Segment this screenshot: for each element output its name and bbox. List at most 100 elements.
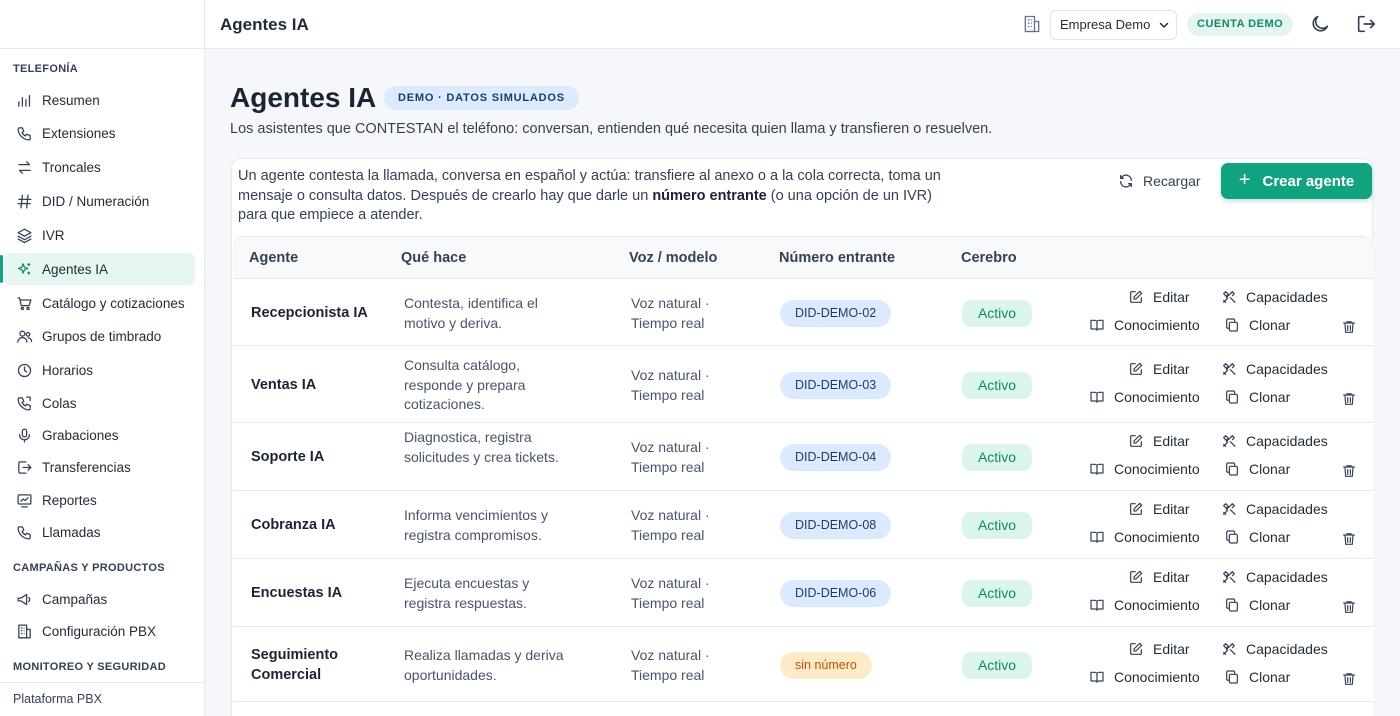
knowledge-button[interactable]: Conocimiento xyxy=(1089,669,1200,685)
sidebar-item-llamadas[interactable]: Llamadas xyxy=(4,516,195,548)
sidebar-item-transferencias[interactable]: Transferencias xyxy=(4,451,195,483)
tools-icon xyxy=(1221,501,1246,517)
agent-name: Recepcionista IA xyxy=(251,305,368,321)
sidebar-item-configuracion[interactable]: Configuración PBX xyxy=(4,615,195,647)
knowledge-button[interactable]: Conocimiento xyxy=(1089,389,1200,405)
trash-icon[interactable] xyxy=(1341,391,1357,407)
company-select[interactable]: Empresa Demo xyxy=(1050,10,1177,40)
trash-icon[interactable] xyxy=(1341,671,1357,687)
knowledge-label: Conocimiento xyxy=(1114,317,1200,333)
capabilities-button[interactable]: Capacidades xyxy=(1221,433,1328,449)
capabilities-button[interactable]: Capacidades xyxy=(1221,641,1328,657)
sidebar-item-label: DID / Numeración xyxy=(42,193,150,209)
table-row: Cobranza IA Informa vencimientos y regist… xyxy=(233,491,1373,559)
sidebar-item-extensiones[interactable]: Extensiones xyxy=(4,117,195,149)
knowledge-button[interactable]: Conocimiento xyxy=(1089,461,1200,477)
capabilities-button[interactable]: Capacidades xyxy=(1221,361,1328,377)
agent-name: Seguimiento Comercial xyxy=(251,647,339,683)
trash-icon[interactable] xyxy=(1341,463,1357,479)
edit-button[interactable]: Editar xyxy=(1128,569,1190,585)
knowledge-button[interactable]: Conocimiento xyxy=(1089,529,1200,545)
edit-button[interactable]: Editar xyxy=(1128,501,1190,517)
clone-button[interactable]: Clonar xyxy=(1224,597,1290,613)
did-badge: DID-DEMO-02 xyxy=(780,300,892,327)
did-badge: DID-DEMO-03 xyxy=(780,372,892,399)
intro-text-bold: número entrante xyxy=(652,187,767,204)
cart-icon xyxy=(15,294,33,312)
page-subtitle: Los asistentes que CONTESTAN el teléfono… xyxy=(230,121,993,137)
column-header: Qué hace xyxy=(401,250,467,266)
knowledge-button[interactable]: Conocimiento xyxy=(1089,317,1200,333)
sidebar-item-agentes-ia[interactable]: Agentes IA xyxy=(0,253,195,285)
clone-button[interactable]: Clonar xyxy=(1224,389,1290,405)
knowledge-button[interactable]: Conocimiento xyxy=(1089,597,1200,613)
sidebar-item-grabaciones[interactable]: Grabaciones xyxy=(4,419,195,451)
trash-icon[interactable] xyxy=(1341,531,1357,547)
knowledge-label: Conocimiento xyxy=(1114,461,1200,477)
sidebar-item-label: Campañas xyxy=(42,591,108,607)
agent-name: Soporte IA xyxy=(251,449,325,465)
sidebar-item-grupos[interactable]: Grupos de timbrado xyxy=(4,320,195,352)
bar-chart-icon xyxy=(15,91,33,109)
capabilities-button[interactable]: Capacidades xyxy=(1221,569,1328,585)
agent-voice-model: Voz natural · Tiempo real xyxy=(631,295,710,331)
sidebar-item-label: Reportes xyxy=(42,492,97,508)
sidebar-item-did[interactable]: DID / Numeración xyxy=(4,185,195,217)
sidebar-item-colas[interactable]: Colas xyxy=(4,387,195,419)
building-icon xyxy=(1022,14,1042,34)
clone-button[interactable]: Clonar xyxy=(1224,461,1290,477)
sidebar: TELEFONÍA Resumen Extensiones Troncales … xyxy=(0,0,205,716)
sidebar-item-resumen[interactable]: Resumen xyxy=(4,84,195,116)
reload-button[interactable]: Recargar xyxy=(1118,171,1201,191)
column-header: Voz / modelo xyxy=(629,250,718,266)
copy-icon xyxy=(1224,529,1249,545)
sidebar-item-campanas[interactable]: Campañas xyxy=(4,583,195,615)
book-icon xyxy=(1089,529,1114,545)
sidebar-item-label: Troncales xyxy=(42,159,101,175)
capabilities-label: Capacidades xyxy=(1246,641,1328,657)
sidebar-item-reportes[interactable]: Reportes xyxy=(4,484,195,516)
microphone-icon xyxy=(15,426,33,444)
edit-label: Editar xyxy=(1153,501,1190,517)
edit-icon xyxy=(1128,289,1153,305)
clone-label: Clonar xyxy=(1249,317,1291,333)
edit-icon xyxy=(1128,433,1153,449)
sidebar-item-troncales[interactable]: Troncales xyxy=(4,151,195,183)
clone-label: Clonar xyxy=(1249,669,1291,685)
edit-button[interactable]: Editar xyxy=(1128,641,1190,657)
status-badge: Activo xyxy=(962,652,1032,679)
sidebar-item-ivr[interactable]: IVR xyxy=(4,219,195,251)
edit-button[interactable]: Editar xyxy=(1128,433,1190,449)
edit-button[interactable]: Editar xyxy=(1128,361,1190,377)
sidebar-section-campanas: CAMPAÑAS Y PRODUCTOS xyxy=(13,562,165,574)
table-row: Recepcionista IA Contesta, identifica el … xyxy=(233,279,1373,346)
clone-button[interactable]: Clonar xyxy=(1224,317,1290,333)
create-agent-label: Crear agente xyxy=(1262,172,1355,190)
table-row: Seguimiento Comercial Realiza llamadas y … xyxy=(233,627,1373,702)
table-row: Ventas IA Consulta catálogo, responde y p… xyxy=(233,346,1373,423)
clone-button[interactable]: Clonar xyxy=(1224,669,1290,685)
sidebar-item-label: Configuración PBX xyxy=(42,623,157,639)
layers-icon xyxy=(15,226,33,244)
reload-label: Recargar xyxy=(1143,173,1201,189)
clone-button[interactable]: Clonar xyxy=(1224,529,1290,545)
sidebar-item-label: IVR xyxy=(42,227,65,243)
capabilities-button[interactable]: Capacidades xyxy=(1221,289,1328,305)
status-badge: Activo xyxy=(962,372,1032,399)
edit-label: Editar xyxy=(1153,641,1190,657)
sidebar-item-label: Resumen xyxy=(42,92,100,108)
did-badge: DID-DEMO-08 xyxy=(780,512,892,539)
logout-icon[interactable] xyxy=(1355,13,1377,35)
status-badge: Activo xyxy=(962,300,1032,327)
sidebar-item-horarios[interactable]: Horarios xyxy=(4,354,195,386)
sidebar-section-telefonia: TELEFONÍA xyxy=(13,63,79,75)
capabilities-button[interactable]: Capacidades xyxy=(1221,501,1328,517)
sidebar-item-catalogo[interactable]: Catálogo y cotizaciones xyxy=(4,287,195,319)
create-agent-button[interactable]: + Crear agente xyxy=(1221,163,1372,199)
copy-icon xyxy=(1224,317,1249,333)
trash-icon[interactable] xyxy=(1341,319,1357,335)
trash-icon[interactable] xyxy=(1341,599,1357,615)
edit-button[interactable]: Editar xyxy=(1128,289,1190,305)
moon-icon[interactable] xyxy=(1309,13,1331,35)
clone-label: Clonar xyxy=(1249,597,1291,613)
